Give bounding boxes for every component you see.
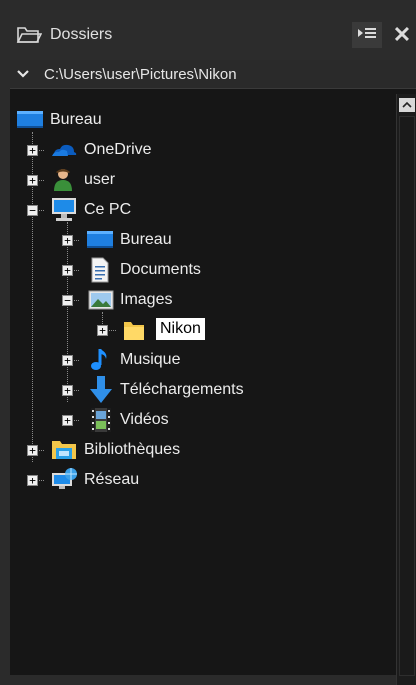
document-icon <box>90 257 114 283</box>
library-icon <box>50 437 76 459</box>
tree-item-label: OneDrive <box>84 141 152 158</box>
tree-item-bibliotheques[interactable]: + Bibliothèques <box>10 435 396 465</box>
folder-icon <box>122 318 146 340</box>
tree-item-label: Musique <box>120 351 181 368</box>
user-icon <box>50 167 74 191</box>
expand-icon[interactable]: + <box>27 475 38 486</box>
tree-item-label: Images <box>120 291 173 308</box>
panel-title: Dossiers <box>50 26 113 43</box>
expand-icon[interactable]: + <box>27 145 38 156</box>
chevron-up-icon <box>402 96 412 114</box>
tree-item-telechargements[interactable]: + Téléchargements <box>10 375 396 405</box>
tree-item-label-selected: Nikon <box>156 318 205 340</box>
desktop-icon <box>86 229 113 251</box>
close-icon: ✕ <box>392 22 412 47</box>
expand-icon[interactable]: + <box>62 415 73 426</box>
tree-item-bureau-root[interactable]: Bureau <box>10 105 396 135</box>
expand-icon[interactable]: + <box>62 355 73 366</box>
scroll-track[interactable] <box>399 116 415 676</box>
current-path: C:\Users\user\Pictures\Nikon <box>44 65 237 83</box>
expand-icon[interactable]: + <box>27 175 38 186</box>
tree-item-reseau[interactable]: + Réseau <box>10 465 396 495</box>
path-bar[interactable]: C:\Users\user\Pictures\Nikon <box>10 60 416 89</box>
tree-item-label: user <box>84 171 116 188</box>
cloud-icon <box>50 139 77 161</box>
scroll-up-button[interactable] <box>399 98 415 112</box>
tree-item-onedrive[interactable]: + OneDrive <box>10 135 396 165</box>
folder-outline-icon <box>16 24 44 46</box>
folders-panel: Dossiers ✕ C:\Users\user\Pictures\Nikon <box>10 10 416 685</box>
tree-item-musique[interactable]: + Musique <box>10 345 396 375</box>
tree-item-images[interactable]: − Images <box>10 285 396 315</box>
download-icon <box>88 375 112 403</box>
vertical-scrollbar[interactable] <box>396 94 416 685</box>
tree-item-label: Documents <box>120 261 201 278</box>
tree-item-ce-pc[interactable]: − Ce PC <box>10 195 396 225</box>
desktop-icon <box>16 109 43 131</box>
expand-icon[interactable]: + <box>62 385 73 396</box>
tree-item-user[interactable]: + user <box>10 165 396 195</box>
collapse-icon[interactable]: − <box>27 205 38 216</box>
tree-item-bureau[interactable]: + Bureau <box>10 225 396 255</box>
computer-icon <box>50 197 76 221</box>
network-icon <box>50 467 77 489</box>
tree-item-documents[interactable]: + Documents <box>10 255 396 285</box>
video-icon <box>90 407 114 432</box>
tree-item-nikon[interactable]: + Nikon <box>10 315 396 345</box>
pin-list-button[interactable] <box>352 22 382 48</box>
tree-item-label: Bureau <box>120 231 172 248</box>
folder-tree: Bureau + OneDrive + user − Ce PC + Burea… <box>10 94 396 675</box>
tree-item-label: Bureau <box>50 111 102 128</box>
expand-icon[interactable]: + <box>97 325 108 336</box>
pin-list-icon <box>357 26 377 45</box>
tree-item-label: Ce PC <box>84 201 132 218</box>
tree-item-label: Vidéos <box>120 411 169 428</box>
chevron-down-icon[interactable] <box>10 69 36 79</box>
tree-item-label: Réseau <box>84 471 140 488</box>
tree-item-label: Téléchargements <box>120 381 244 398</box>
tree-item-videos[interactable]: + Vidéos <box>10 405 396 435</box>
music-icon <box>88 347 112 370</box>
expand-icon[interactable]: + <box>62 235 73 246</box>
expand-icon[interactable]: + <box>62 265 73 276</box>
panel-titlebar: Dossiers ✕ <box>10 10 416 60</box>
tree-item-label: Bibliothèques <box>84 441 181 458</box>
image-icon <box>88 289 114 311</box>
collapse-icon[interactable]: − <box>62 295 73 306</box>
close-button[interactable]: ✕ <box>390 22 414 48</box>
expand-icon[interactable]: + <box>27 445 38 456</box>
